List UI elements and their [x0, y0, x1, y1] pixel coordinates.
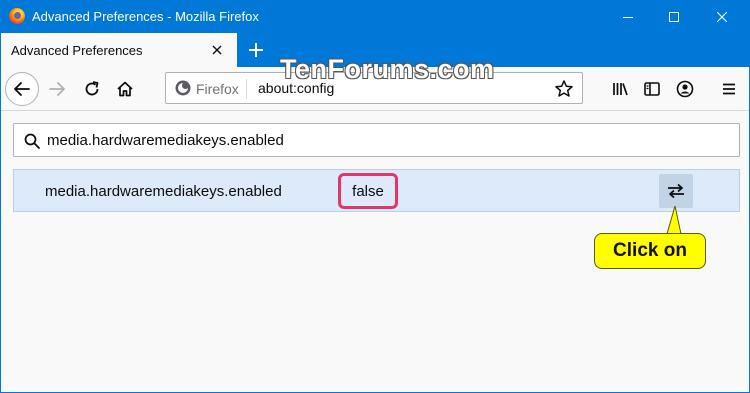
callout-text: Click on — [613, 240, 687, 261]
forward-button[interactable] — [41, 73, 73, 105]
tab-close-icon[interactable] — [209, 42, 225, 58]
home-button[interactable] — [109, 73, 141, 105]
watermark: TenForums.com — [280, 54, 495, 84]
urlbar-separator — [246, 79, 247, 99]
reload-icon — [85, 81, 99, 96]
home-icon — [117, 81, 133, 97]
hamburger-menu-icon — [723, 83, 735, 95]
sidebar-button[interactable] — [636, 73, 668, 105]
identity-label: Firefox — [196, 81, 239, 97]
close-window-button[interactable] — [699, 0, 745, 33]
reload-button[interactable] — [76, 73, 108, 105]
tab-label: Advanced Preferences — [11, 43, 143, 58]
firefox-logo-icon — [9, 8, 25, 24]
callout-pointer — [666, 206, 682, 235]
maximize-button[interactable] — [651, 0, 697, 33]
back-button[interactable] — [5, 72, 39, 106]
preference-name: media.hardwaremediakeys.enabled — [45, 183, 282, 200]
maximize-icon — [669, 11, 679, 22]
toggle-arrows-icon — [668, 183, 684, 199]
star-icon[interactable] — [554, 79, 574, 99]
plus-icon — [249, 43, 263, 57]
main-menu-button[interactable] — [713, 73, 745, 105]
preference-row[interactable]: media.hardwaremediakeys.enabled false — [13, 169, 740, 212]
sidebar-icon — [644, 82, 660, 96]
window-title: Advanced Preferences - Mozilla Firefox — [32, 9, 259, 24]
close-icon — [717, 11, 727, 22]
search-value: media.hardwaremediakeys.enabled — [47, 132, 284, 149]
toggle-button[interactable] — [659, 174, 693, 208]
preference-search-input[interactable]: media.hardwaremediakeys.enabled — [13, 123, 740, 157]
forward-arrow-icon — [49, 82, 65, 96]
minimize-button[interactable] — [605, 0, 651, 33]
title-bar: Advanced Preferences - Mozilla Firefox — [1, 0, 749, 33]
click-on-callout: Click on — [594, 233, 706, 269]
new-tab-button[interactable] — [244, 38, 268, 62]
library-icon — [613, 83, 628, 96]
minimize-icon — [623, 16, 633, 18]
account-button[interactable] — [669, 73, 701, 105]
library-button[interactable] — [604, 73, 636, 105]
back-arrow-icon — [14, 82, 30, 96]
search-icon — [24, 133, 40, 149]
tab-advanced-preferences[interactable]: Advanced Preferences — [1, 33, 237, 67]
preference-value: false — [338, 173, 398, 209]
account-icon — [676, 80, 694, 98]
firefox-identity-icon[interactable] — [174, 79, 192, 97]
